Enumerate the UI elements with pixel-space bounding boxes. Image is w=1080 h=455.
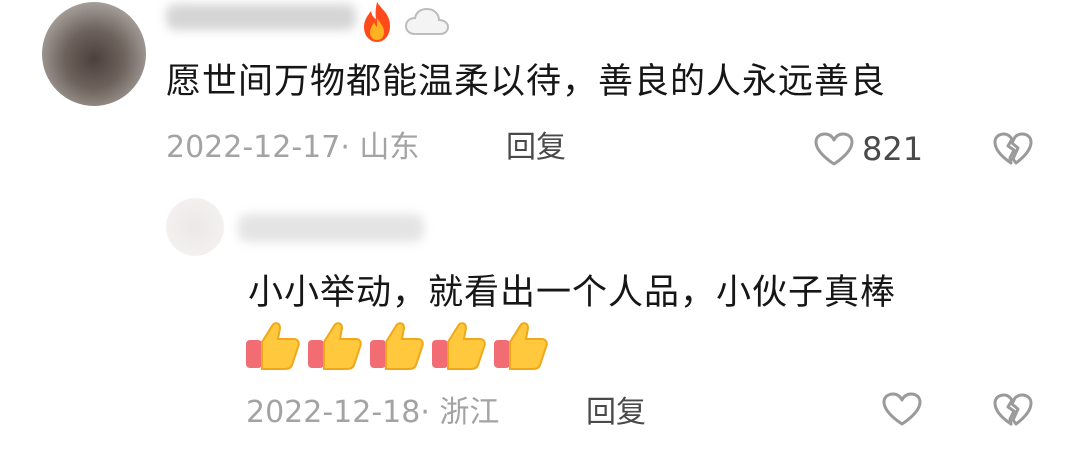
cloud-icon <box>404 7 450 35</box>
broken-heart-icon[interactable] <box>992 392 1034 428</box>
like-count: 821 <box>862 130 924 168</box>
reply-button[interactable]: 回复 <box>586 396 646 430</box>
thumbs-up-icon <box>370 322 424 370</box>
thumbs-up-icon <box>494 322 548 370</box>
username-blurred[interactable] <box>238 214 424 242</box>
emoji-row <box>244 318 550 372</box>
thumbs-up-icon <box>246 322 300 370</box>
reply-date-location: 2022-12-18· 浙江 <box>246 395 500 430</box>
username-blurred[interactable] <box>166 4 356 30</box>
broken-heart-icon[interactable] <box>992 131 1034 167</box>
fire-icon <box>364 2 390 42</box>
comment-date-location: 2022-12-17· 山东 <box>166 130 420 165</box>
avatar[interactable] <box>166 198 224 256</box>
reply-comment-text: 小小举动，就看出一个人品，小伙子真棒 <box>248 273 897 313</box>
avatar[interactable] <box>42 2 146 106</box>
heart-icon[interactable] <box>881 391 923 427</box>
thumbs-up-icon <box>308 322 362 370</box>
heart-icon[interactable] <box>813 131 855 167</box>
reply-button[interactable]: 回复 <box>506 131 566 165</box>
comment-text: 愿世间万物都能温柔以待，善良的人永远善良 <box>166 62 887 102</box>
thumbs-up-icon <box>432 322 486 370</box>
